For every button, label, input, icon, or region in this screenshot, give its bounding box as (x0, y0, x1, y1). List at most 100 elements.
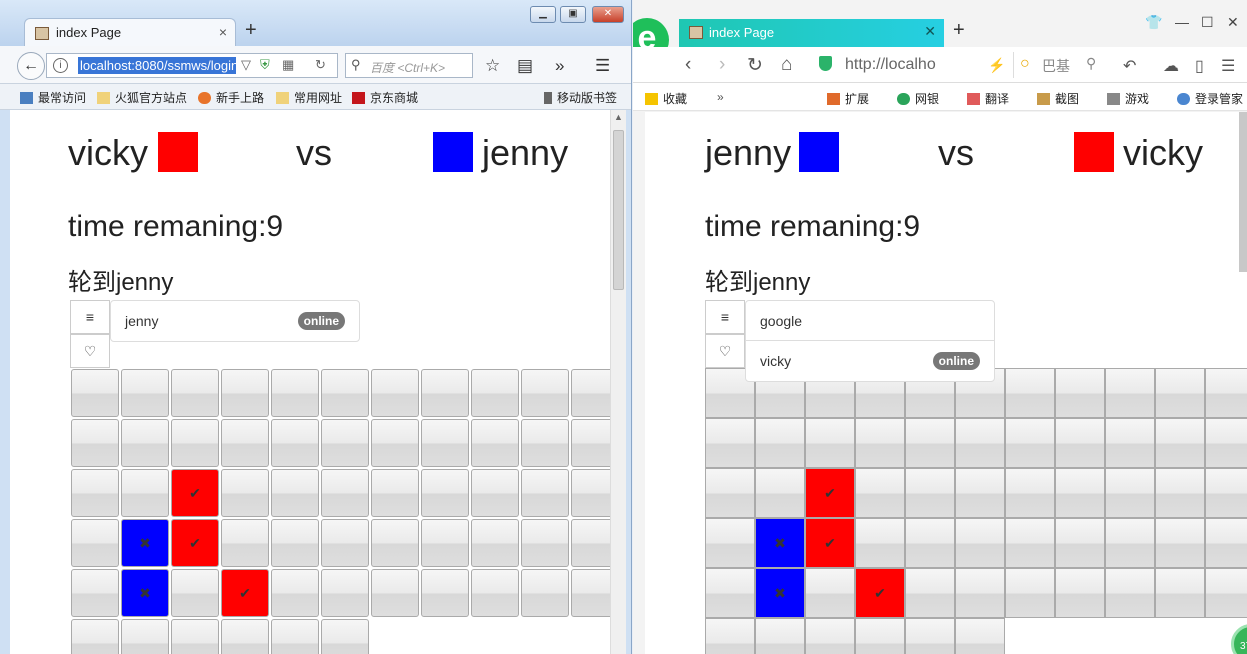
user-row[interactable]: google (746, 301, 994, 341)
close-window-button[interactable]: ✕ (1227, 14, 1239, 31)
scroll-up-arrow-icon[interactable]: ▲ (614, 112, 623, 122)
left-scrollbar[interactable]: ▲ (610, 110, 626, 654)
board-cell[interactable] (705, 518, 755, 568)
board-cell[interactable] (171, 619, 219, 654)
board-cell[interactable] (221, 419, 269, 467)
board-cell[interactable] (321, 469, 369, 517)
board-cell[interactable] (1205, 368, 1247, 418)
board-cell[interactable] (955, 468, 1005, 518)
mobile-icon[interactable]: ▯ (1195, 56, 1204, 76)
board-cell[interactable] (121, 469, 169, 517)
board-cell[interactable] (271, 369, 319, 417)
board-cell[interactable] (71, 619, 119, 654)
board-cell[interactable] (321, 619, 369, 654)
board-cell[interactable] (371, 469, 419, 517)
board-cell[interactable] (905, 568, 955, 618)
board-cell[interactable] (321, 519, 369, 567)
bookmark-item[interactable]: 新手上路 (198, 89, 264, 106)
board-cell[interactable] (421, 469, 469, 517)
board-cell[interactable] (1055, 418, 1105, 468)
board-cell[interactable] (1005, 418, 1055, 468)
board-cell[interactable] (1005, 518, 1055, 568)
board-cell[interactable] (705, 618, 755, 654)
reload-icon[interactable]: ↻ (315, 57, 326, 73)
board-cell[interactable] (1105, 368, 1155, 418)
home-icon[interactable]: ⌂ (781, 54, 792, 76)
board-cell[interactable] (221, 519, 269, 567)
right-tab[interactable]: index Page ✕ (679, 19, 944, 47)
cloud-icon[interactable]: ☁ (1163, 56, 1179, 76)
board-cell[interactable] (855, 518, 905, 568)
board-cell[interactable] (755, 468, 805, 518)
board-cell[interactable] (371, 369, 419, 417)
heart-button[interactable]: ♡ (705, 334, 745, 368)
user-row[interactable]: vicky online (746, 341, 994, 381)
board-cell[interactable] (905, 618, 955, 654)
bookmark-item[interactable]: 登录管家 (1177, 90, 1243, 107)
bookmark-item[interactable]: 京东商城 (352, 89, 418, 106)
reading-list-icon[interactable]: ▤ (517, 56, 533, 76)
speed-icon[interactable]: ⚡ (988, 57, 1005, 74)
bookmark-star-icon[interactable]: ☆ (485, 56, 500, 76)
board-cell[interactable] (1005, 568, 1055, 618)
board-cell[interactable] (571, 419, 610, 467)
board-cell[interactable] (521, 569, 569, 617)
close-window-button[interactable]: ✕ (592, 6, 624, 23)
heart-button[interactable]: ♡ (70, 334, 110, 368)
board-cell[interactable] (955, 418, 1005, 468)
board-cell[interactable] (1105, 568, 1155, 618)
right-search-box[interactable]: ○ 巴基 ⚲ (1013, 52, 1105, 78)
bookmark-item[interactable]: 网银 (897, 90, 939, 107)
overflow-chevron-icon[interactable]: » (555, 56, 564, 76)
board-cell[interactable] (1205, 568, 1247, 618)
board-cell[interactable] (421, 369, 469, 417)
left-search-box[interactable]: ⚲ 百度 <Ctrl+K> (345, 53, 473, 78)
board-cell[interactable] (755, 618, 805, 654)
board-cell[interactable] (271, 469, 319, 517)
board-cell[interactable] (521, 419, 569, 467)
board-cell-blue[interactable]: ✖ (755, 568, 805, 618)
board-cell[interactable] (321, 419, 369, 467)
board-cell[interactable] (1005, 368, 1055, 418)
board-cell[interactable] (321, 369, 369, 417)
menu-icon[interactable]: ☰ (1221, 56, 1235, 76)
new-tab-button[interactable]: + (953, 19, 965, 42)
board-cell[interactable] (121, 619, 169, 654)
board-cell[interactable] (471, 369, 519, 417)
bookmark-item[interactable]: 火狐官方站点 (97, 89, 187, 106)
board-cell[interactable] (571, 469, 610, 517)
board-cell[interactable] (1155, 468, 1205, 518)
board-cell[interactable] (905, 418, 955, 468)
board-cell-red[interactable]: ✔ (805, 468, 855, 518)
board-cell[interactable] (805, 568, 855, 618)
search-icon[interactable]: ⚲ (1086, 55, 1096, 72)
board-cell[interactable] (1155, 418, 1205, 468)
bookmark-item[interactable]: 常用网址 (276, 89, 342, 106)
info-icon[interactable]: i (53, 58, 68, 73)
board-cell[interactable] (571, 369, 610, 417)
board-cell[interactable] (955, 518, 1005, 568)
right-url-bar[interactable]: http://localho (815, 51, 1005, 79)
board-cell[interactable] (1205, 518, 1247, 568)
board-cell[interactable] (171, 419, 219, 467)
board-cell[interactable] (905, 518, 955, 568)
list-toggle-button[interactable]: ≡ (705, 300, 745, 334)
board-cell[interactable] (1105, 418, 1155, 468)
minimize-button[interactable]: — (1175, 14, 1189, 30)
menu-icon[interactable]: ☰ (595, 56, 610, 76)
bookmark-item[interactable]: 翻译 (967, 90, 1009, 107)
board-cell[interactable] (71, 469, 119, 517)
board-cell[interactable] (1205, 418, 1247, 468)
board-cell[interactable] (471, 419, 519, 467)
shield-icon[interactable]: ⛨ (260, 57, 270, 73)
board-cell[interactable] (1155, 518, 1205, 568)
board-cell[interactable] (1005, 468, 1055, 518)
minimize-button[interactable]: ▁ (530, 6, 556, 23)
board-cell[interactable] (471, 469, 519, 517)
list-toggle-button[interactable]: ≡ (70, 300, 110, 334)
overflow-chevron-icon[interactable]: » (717, 90, 724, 104)
dropdown-arrow-icon[interactable]: ▽ (241, 57, 251, 73)
scroll-thumb[interactable] (613, 130, 624, 290)
board-cell[interactable] (321, 569, 369, 617)
maximize-button[interactable]: ▣ (560, 6, 586, 23)
